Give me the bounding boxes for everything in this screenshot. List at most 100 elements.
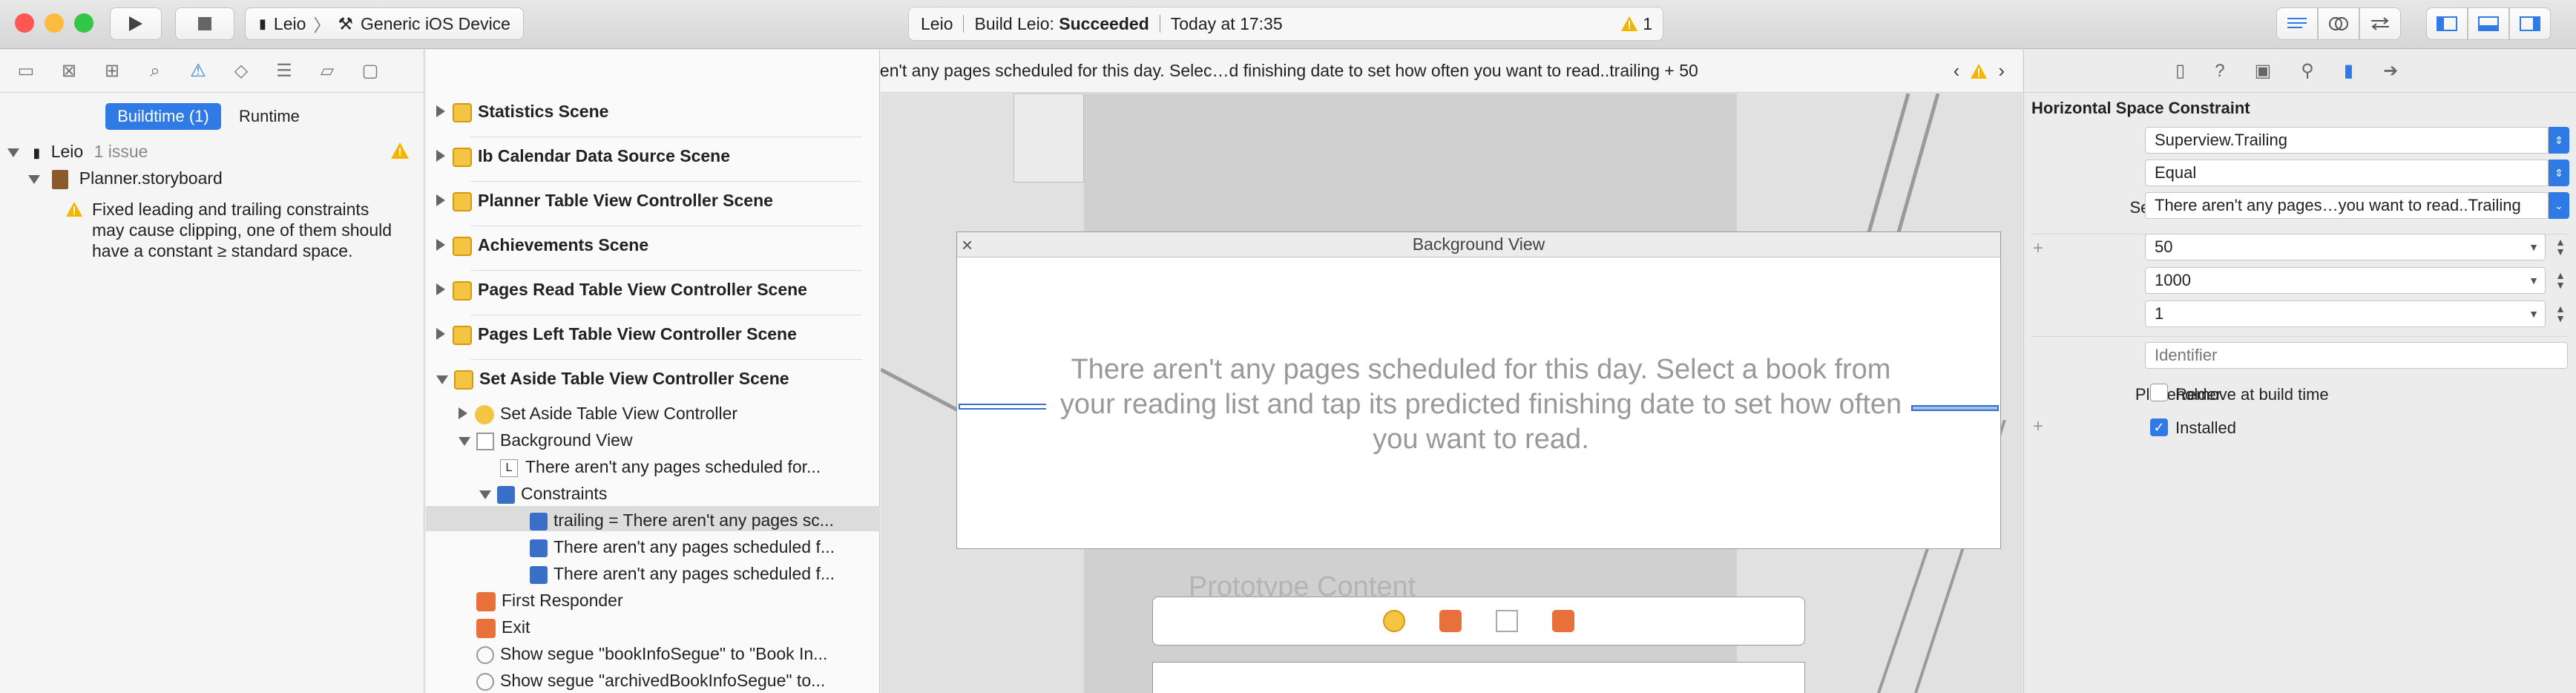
stop-button[interactable] bbox=[175, 7, 234, 40]
version-editor-button[interactable] bbox=[2359, 7, 2401, 40]
next-issue-button[interactable]: › bbox=[1998, 59, 2005, 82]
label-icon: L bbox=[500, 459, 518, 477]
background-view-window[interactable]: Background View × There aren't any pages… bbox=[956, 231, 2001, 549]
navigator-tabs: ▭ ⊠ ⊞ ⌕ ⚠ ◇ ☰ ▱ ▢ bbox=[0, 50, 424, 93]
chevron-right-icon: 〉 bbox=[313, 16, 331, 35]
issue-text: may cause clipping, one of them should bbox=[92, 220, 392, 240]
scene-row[interactable]: Pages Read Table View Controller Scene bbox=[436, 280, 807, 300]
first-responder-row[interactable]: First Responder bbox=[476, 591, 623, 611]
scene-row[interactable]: Pages Left Table View Controller Scene bbox=[436, 324, 797, 345]
tab-buildtime[interactable]: Buildtime (1) bbox=[105, 103, 221, 130]
table-cell-frame[interactable] bbox=[1152, 662, 1805, 693]
controller-row[interactable]: Set Aside Table View Controller bbox=[459, 404, 737, 424]
remove-at-build-checkbox[interactable] bbox=[2150, 384, 2168, 401]
project-row[interactable]: ▮ Leio 1 issue bbox=[7, 142, 148, 162]
scene-row[interactable]: Achievements Scene bbox=[436, 235, 648, 256]
controller-icon[interactable] bbox=[1383, 610, 1405, 632]
zoom-window-button[interactable] bbox=[74, 13, 93, 33]
constraint-row[interactable]: There aren't any pages scheduled f... bbox=[530, 537, 835, 557]
constraints-icon bbox=[497, 485, 515, 504]
warning-icon[interactable] bbox=[1970, 63, 1988, 79]
warning-icon[interactable]: ⚠ bbox=[187, 60, 209, 82]
scene-dock[interactable] bbox=[1152, 597, 1805, 646]
previous-issue-button[interactable]: ‹ bbox=[1954, 59, 1960, 82]
section-title: Horizontal Space Constraint bbox=[2031, 99, 2250, 117]
toggle-debug-area-button[interactable] bbox=[2468, 7, 2509, 40]
trailing-constraint-bar[interactable] bbox=[1911, 405, 1999, 411]
toggle-utilities-button[interactable] bbox=[2509, 7, 2551, 40]
toggle-navigator-button[interactable] bbox=[2426, 7, 2468, 40]
relation-popup[interactable]: Equal bbox=[2145, 160, 2549, 186]
multiplier-stepper[interactable]: ▲ ▼ bbox=[2552, 300, 2569, 327]
second-item-popup[interactable]: There aren't any pages…you want to read.… bbox=[2145, 192, 2549, 219]
installed-label: Installed bbox=[2175, 418, 2236, 437]
issue-text: Fixed leading and trailing constraints bbox=[92, 200, 369, 219]
constraints-row[interactable]: Constraints bbox=[479, 484, 607, 504]
attributes-icon[interactable]: ⚲ bbox=[2301, 60, 2314, 82]
priority-field[interactable]: 1000 ▼ bbox=[2145, 267, 2546, 294]
storyboard-file-icon bbox=[52, 169, 69, 189]
label-row[interactable]: L There aren't any pages scheduled for... bbox=[500, 457, 821, 477]
file-row[interactable]: Planner.storyboard bbox=[28, 168, 223, 189]
warning-count: 1 bbox=[1643, 13, 1652, 33]
first-responder-icon[interactable] bbox=[1439, 610, 1462, 632]
segue-icon bbox=[476, 646, 494, 664]
source-control-icon[interactable]: ⊠ bbox=[58, 60, 80, 82]
leading-constraint-bar[interactable] bbox=[959, 404, 1046, 410]
scheme-selector[interactable]: ▮ Leio 〉 ⚒ Generic iOS Device bbox=[245, 7, 524, 40]
breakpoint-icon[interactable]: ▱ bbox=[316, 60, 338, 82]
help-icon[interactable]: ? bbox=[2215, 61, 2224, 82]
identifier-input[interactable] bbox=[2145, 342, 2568, 369]
scene-row[interactable]: Set Aside Table View Controller Scene bbox=[436, 369, 789, 390]
hammer-icon: ⚒ bbox=[338, 13, 354, 33]
constant-field[interactable]: 50 ▼ bbox=[2145, 234, 2546, 260]
report-icon[interactable]: ▢ bbox=[359, 60, 381, 82]
view-icon[interactable] bbox=[1496, 610, 1518, 632]
constraint-icon bbox=[530, 565, 548, 584]
multiplier-field[interactable]: 1 ▼ bbox=[2145, 300, 2546, 327]
background-view-row[interactable]: Background View bbox=[459, 430, 633, 450]
storyboard-canvas[interactable]: Background View × There aren't any pages… bbox=[881, 93, 2023, 693]
constraint-row[interactable]: There aren't any pages scheduled f... bbox=[530, 564, 835, 584]
test-icon[interactable]: ◇ bbox=[230, 60, 252, 82]
connections-icon[interactable]: ➔ bbox=[2383, 60, 2398, 82]
minimize-window-button[interactable] bbox=[45, 13, 64, 33]
first-item-popup[interactable]: Superview.Trailing bbox=[2145, 127, 2549, 154]
chevron-down-icon[interactable]: ⌄ bbox=[2549, 192, 2569, 219]
empty-state-label[interactable]: There aren't any pages scheduled for thi… bbox=[1058, 352, 1904, 457]
inspector-tabs: ▯ ? ▣ ⚲ ▮ ➔ bbox=[2024, 50, 2576, 93]
folder-icon[interactable]: ▭ bbox=[15, 60, 37, 82]
constraint-row[interactable]: trailing = There aren't any pages sc... bbox=[530, 510, 834, 531]
scene-row[interactable]: Statistics Scene bbox=[436, 102, 608, 122]
standard-editor-button[interactable] bbox=[2276, 7, 2318, 40]
debug-icon[interactable]: ☰ bbox=[273, 60, 295, 82]
segue-row[interactable]: Show segue "archivedBookInfoSegue" to... bbox=[476, 671, 825, 691]
search-icon[interactable]: ⌕ bbox=[144, 60, 166, 82]
document-outline: Statistics Scene Ib Calendar Data Source… bbox=[426, 50, 880, 693]
assistant-editor-button[interactable] bbox=[2318, 7, 2359, 40]
scene-row[interactable]: Ib Calendar Data Source Scene bbox=[436, 146, 730, 167]
constant-stepper[interactable]: ▲ ▼ bbox=[2552, 234, 2569, 260]
scene-row[interactable]: Planner Table View Controller Scene bbox=[436, 191, 773, 211]
add-variation-button[interactable]: + bbox=[2033, 416, 2043, 437]
tab-runtime[interactable]: Runtime bbox=[239, 103, 300, 130]
status-warning-badge[interactable]: 1 bbox=[1620, 14, 1652, 34]
chevron-updown-icon[interactable]: ⇕ bbox=[2549, 127, 2569, 154]
priority-stepper[interactable]: ▲ ▼ bbox=[2552, 267, 2569, 294]
close-window-button[interactable] bbox=[15, 13, 34, 33]
project-issue-count: 1 issue bbox=[93, 142, 148, 161]
identity-icon[interactable]: ▣ bbox=[2255, 60, 2272, 82]
issue-text: have a constant ≥ standard space. bbox=[92, 241, 353, 260]
close-icon[interactable]: × bbox=[962, 234, 973, 257]
hierarchy-icon[interactable]: ⊞ bbox=[101, 60, 123, 82]
segue-row[interactable]: Show segue "bookInfoSegue" to "Book In..… bbox=[476, 644, 827, 664]
exit-icon[interactable] bbox=[1552, 610, 1574, 632]
file-icon[interactable]: ▯ bbox=[2175, 60, 2185, 82]
exit-row[interactable]: Exit bbox=[476, 617, 530, 638]
jump-bar-path[interactable]: trailing = There aren't any pages schedu… bbox=[746, 61, 1698, 81]
status-time: Today at 17:35 bbox=[1170, 13, 1283, 33]
installed-checkbox[interactable]: ✓ bbox=[2150, 418, 2168, 436]
chevron-updown-icon[interactable]: ⇕ bbox=[2549, 160, 2569, 186]
run-button[interactable] bbox=[110, 7, 162, 40]
size-icon[interactable]: ▮ bbox=[2344, 60, 2353, 82]
